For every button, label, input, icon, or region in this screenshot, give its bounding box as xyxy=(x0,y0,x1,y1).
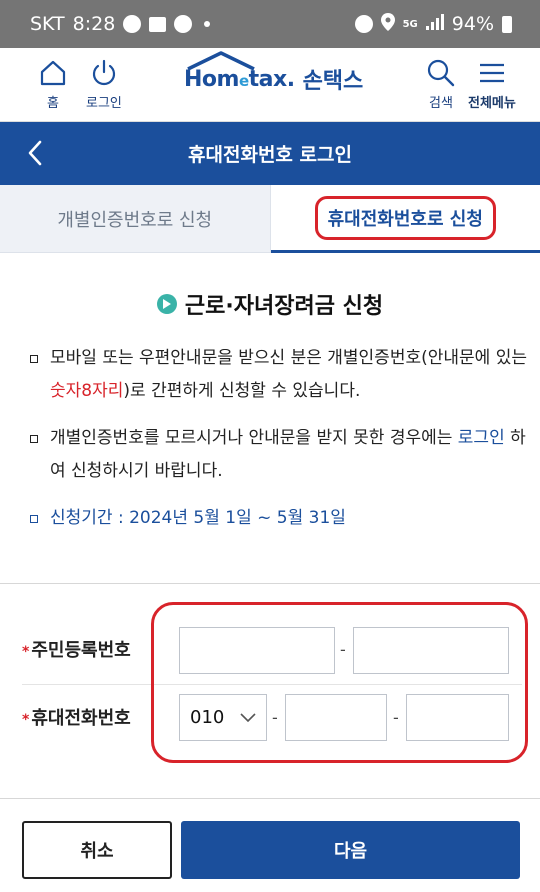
location-icon xyxy=(380,12,395,36)
required-star-icon: * xyxy=(22,644,30,660)
logo-korean: 손택스 xyxy=(302,69,364,94)
home-label: 홈 xyxy=(47,96,59,111)
logo-part-1: Hom xyxy=(184,66,239,92)
logo-part-3: tax. xyxy=(248,66,295,92)
hamburger-icon xyxy=(479,63,504,83)
play-icon xyxy=(156,294,177,314)
search-button[interactable]: 검색 xyxy=(426,58,456,111)
notice-item: 개별인증번호를 모르시거나 안내문을 받지 못한 경우에는 로그인 하여 신청하… xyxy=(30,422,530,488)
search-label: 검색 xyxy=(429,96,453,111)
logo-english: Hometax. xyxy=(184,67,295,92)
phone-row: * 휴대전화번호 xyxy=(22,704,172,730)
highlight-annotation xyxy=(151,602,528,763)
battery-percent: 94% xyxy=(451,13,494,35)
rrn-row: * 주민등록번호 xyxy=(22,636,172,662)
tab-label: 개별인증번호로 신청 xyxy=(57,209,213,231)
notice-text-part: 개별인증번호를 모르시거나 안내문을 받지 못한 경우에는 xyxy=(50,428,458,448)
section-title-text: 근로·자녀장려금 신청 xyxy=(184,294,384,319)
gallery-notification-icon xyxy=(149,16,167,32)
notice-item: 모바일 또는 우편안내문을 받으신 분은 개별인증번호(안내문에 있는 숫자8자… xyxy=(30,342,530,408)
notice-text: 모바일 또는 우편안내문을 받으신 분은 개별인증번호(안내문에 있는 숫자8자… xyxy=(50,342,530,408)
divider xyxy=(0,583,540,584)
tab-phone-number[interactable]: 휴대전화번호로 신청 xyxy=(270,185,540,253)
notice-item: 신청기간 : 2024년 5월 1일 ~ 5월 31일 xyxy=(30,502,530,535)
app-header: 홈 로그인 Hometax. 손택스 검색 전체메뉴 xyxy=(0,48,540,122)
rrn-label-text: 주민등록번호 xyxy=(31,640,131,661)
status-bar: SKT 8:28 5G 94% xyxy=(0,0,540,48)
login-label: 로그인 xyxy=(86,96,122,111)
menu-button[interactable]: 전체메뉴 xyxy=(468,58,516,111)
bullet-square-icon xyxy=(30,355,38,363)
rrn-label: * 주민등록번호 xyxy=(22,636,172,662)
chevron-left-icon xyxy=(28,140,42,166)
login-button[interactable]: 로그인 xyxy=(86,58,122,111)
title-bar: 휴대전화번호 로그인 xyxy=(0,122,540,185)
section-title: 근로·자녀장려금 신청 xyxy=(0,288,540,320)
bullet-square-icon xyxy=(30,515,38,523)
moon-icon xyxy=(174,15,193,33)
tab-label: 휴대전화번호로 신청 xyxy=(314,195,496,240)
cancel-button[interactable]: 취소 xyxy=(22,821,172,879)
home-button[interactable]: 홈 xyxy=(38,58,68,111)
phone-label-text: 휴대전화번호 xyxy=(31,708,131,729)
next-button[interactable]: 다음 xyxy=(181,821,520,879)
application-period: 신청기간 : 2024년 5월 1일 ~ 5월 31일 xyxy=(50,508,346,528)
carrier-text: SKT xyxy=(30,13,65,35)
battery-icon xyxy=(502,15,512,33)
menu-label: 전체메뉴 xyxy=(468,96,516,111)
logo-part-2: e xyxy=(238,71,249,90)
phone-label: * 휴대전화번호 xyxy=(22,704,172,730)
talk-notification-icon xyxy=(123,15,142,33)
alarm-icon xyxy=(354,15,373,33)
more-notifications-icon xyxy=(204,21,211,27)
notice-text: 개별인증번호를 모르시거나 안내문을 받지 못한 경우에는 로그인 하여 신청하… xyxy=(50,422,530,488)
power-icon xyxy=(92,59,115,86)
login-link[interactable]: 로그인 xyxy=(458,428,505,448)
time-text: 8:28 xyxy=(72,13,116,35)
signal-icon xyxy=(425,13,444,35)
network-type: 5G xyxy=(402,18,418,30)
tab-individual-auth[interactable]: 개별인증번호로 신청 xyxy=(0,185,271,253)
bullet-square-icon xyxy=(30,435,38,443)
home-icon xyxy=(40,60,66,86)
notice-text-part: 모바일 또는 우편안내문을 받으신 분은 개별인증번호(안내문에 있는 xyxy=(50,348,527,368)
back-button[interactable] xyxy=(18,136,52,170)
search-icon xyxy=(427,59,455,87)
highlight-text: 숫자8자리 xyxy=(50,381,124,401)
notice-text-part: )로 간편하게 신청할 수 있습니다. xyxy=(123,381,361,401)
page-title: 휴대전화번호 로그인 xyxy=(188,144,352,166)
required-star-icon: * xyxy=(22,712,30,728)
hometax-logo[interactable]: Hometax. 손택스 xyxy=(184,51,364,95)
tab-bar: 개별인증번호로 신청 휴대전화번호로 신청 xyxy=(0,185,540,253)
notice-list: 모바일 또는 우편안내문을 받으신 분은 개별인증번호(안내문에 있는 숫자8자… xyxy=(30,342,530,549)
divider xyxy=(0,798,540,799)
